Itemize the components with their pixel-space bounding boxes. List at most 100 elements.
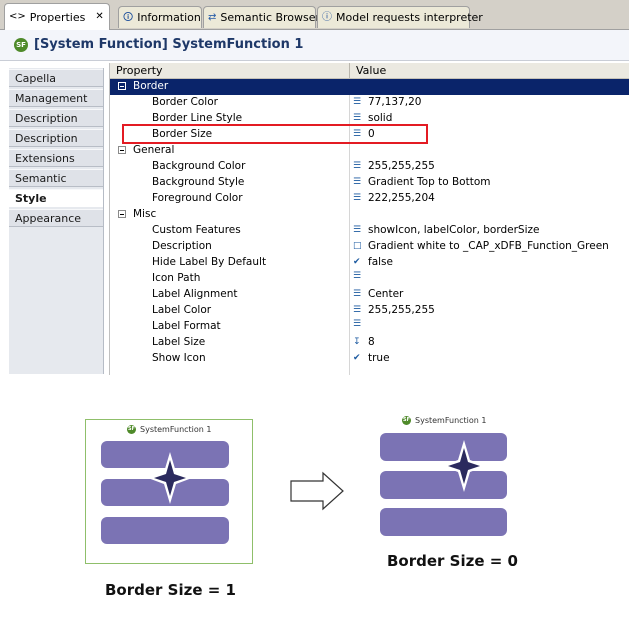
property-value[interactable]: ☰ Gradient Top to Bottom	[353, 176, 491, 188]
property-value[interactable]: ☰	[353, 272, 368, 281]
checkbox-icon: ✔	[353, 256, 361, 267]
collapse-icon[interactable]	[118, 146, 126, 154]
node-label: SystemFunction 1	[140, 425, 212, 434]
properties-title-bar: SF [System Function] SystemFunction 1	[0, 30, 629, 61]
list-icon: ☰	[353, 319, 362, 329]
sidebar-item-description-2[interactable]: Description	[9, 129, 103, 147]
sidebar-item-semantic[interactable]: Semantic	[9, 169, 103, 187]
page-title: [System Function] SystemFunction 1	[34, 37, 304, 52]
property-value[interactable]: □ Gradient white to _CAP_xDFB_Function_Gr…	[353, 240, 609, 252]
table-row[interactable]: Label Color ☰ 255,255,255	[110, 303, 629, 319]
property-value[interactable]: ☰ 255,255,255	[353, 160, 435, 172]
info-circle-icon: ⓘ	[322, 11, 332, 23]
property-name: Border	[133, 80, 169, 92]
property-value[interactable]: ✔ true	[353, 352, 390, 364]
node-header: SF SystemFunction 1	[127, 425, 212, 434]
table-row[interactable]: Show Icon ✔ true	[110, 351, 629, 367]
property-name: Background Style	[152, 176, 245, 188]
note-icon: □	[353, 240, 362, 251]
system-function-node-bordered: SF SystemFunction 1	[85, 419, 253, 564]
system-function-icon: SF	[402, 416, 411, 425]
list-icon: ☰	[353, 224, 362, 235]
property-name: General	[133, 144, 175, 156]
tab-label: Properties	[29, 10, 86, 24]
list-icon: ☰	[353, 112, 362, 123]
property-value-text: Gradient Top to Bottom	[368, 176, 491, 188]
table-row[interactable]: Label Alignment ☰ Center	[110, 287, 629, 303]
close-icon[interactable]: ✕	[95, 12, 103, 22]
properties-view: <> Properties ✕ 🛈 Information ⇄ Semantic…	[0, 0, 629, 376]
list-icon: ☰	[353, 160, 362, 171]
table-row[interactable]: Background Style ☰ Gradient Top to Bottom	[110, 175, 629, 191]
property-table: Property Value Border Border Color ☰ 77,137…	[109, 63, 629, 375]
table-row[interactable]: Custom Features ☰ showIcon, labelColor, bo…	[110, 223, 629, 239]
property-name: Label Alignment	[152, 288, 238, 300]
property-value-text: Gradient white to _CAP_xDFB_Function_Gre…	[368, 240, 609, 252]
tab-information[interactable]: 🛈 Information	[118, 6, 202, 28]
category-row[interactable]: Misc	[110, 207, 629, 223]
property-value[interactable]: ☰ solid	[353, 112, 392, 124]
sidebar-item-capella[interactable]: Capella	[9, 69, 103, 87]
caption-border-size-0: Border Size = 0	[387, 552, 518, 570]
table-row[interactable]: Hide Label By Default ✔ false	[110, 255, 629, 271]
table-row[interactable]: Foreground Color ☰ 222,255,204	[110, 191, 629, 207]
sidebar-item-style[interactable]: Style	[9, 189, 103, 207]
table-row[interactable]: Border Color ☰ 77,137,20	[110, 95, 629, 111]
property-value[interactable]: ☰ 222,255,204	[353, 192, 435, 204]
tab-label: Model requests interpreter	[336, 11, 483, 24]
property-value[interactable]: ↧ 8	[353, 336, 375, 348]
tab-properties[interactable]: <> Properties ✕	[4, 3, 110, 30]
table-row[interactable]: Background Color ☰ 255,255,255	[110, 159, 629, 175]
properties-icon: <>	[9, 11, 26, 22]
sidebar-item-extensions[interactable]: Extensions	[9, 149, 103, 167]
property-value-text: showIcon, labelColor, borderSize	[368, 224, 540, 236]
property-name: Show Icon	[152, 352, 206, 364]
system-function-icon: SF	[127, 425, 136, 434]
sidebar-item-appearance[interactable]: Appearance	[9, 209, 103, 227]
list-icon: ☰	[353, 288, 362, 299]
list-icon: ☰	[353, 271, 362, 281]
table-row[interactable]: Label Size ↧ 8	[110, 335, 629, 351]
column-header-property[interactable]: Property	[116, 64, 163, 77]
property-value-text: true	[368, 352, 390, 364]
property-name: Background Color	[152, 160, 246, 172]
property-name: Border Line Style	[152, 112, 243, 124]
tab-semantic-browser[interactable]: ⇄ Semantic Browser	[203, 6, 320, 28]
information-icon: 🛈	[123, 11, 134, 23]
function-bar	[101, 517, 229, 544]
highlight-box	[122, 124, 428, 144]
property-value-text: Center	[368, 288, 404, 300]
column-header-value[interactable]: Value	[356, 64, 386, 77]
sidebar-item-management[interactable]: Management	[9, 89, 103, 107]
table-row[interactable]: Icon Path ☰	[110, 271, 629, 287]
star-icon	[148, 452, 192, 504]
column-divider[interactable]	[349, 63, 350, 78]
system-function-node-borderless: SF SystemFunction 1	[366, 410, 516, 545]
property-value-text: 255,255,255	[368, 304, 435, 316]
property-value-text: 77,137,20	[368, 96, 422, 108]
arrow-right-icon	[290, 471, 344, 511]
tab-model-requests-interpreter[interactable]: ⓘ Model requests interpreter	[317, 6, 483, 28]
property-value-text: solid	[368, 112, 393, 124]
list-icon: ☰	[353, 176, 362, 187]
collapse-icon[interactable]	[118, 82, 126, 90]
property-value[interactable]: ☰ showIcon, labelColor, borderSize	[353, 224, 539, 236]
property-value[interactable]: ☰ 255,255,255	[353, 304, 435, 316]
sidebar-item-description[interactable]: Description	[9, 109, 103, 127]
property-value[interactable]: ☰	[353, 320, 368, 329]
category-row[interactable]: General	[110, 143, 629, 159]
property-value[interactable]: ✔ false	[353, 256, 393, 268]
property-name: Label Color	[152, 304, 212, 316]
semantic-browser-icon: ⇄	[208, 11, 217, 23]
property-value-text: 255,255,255	[368, 160, 435, 172]
table-row[interactable]: Label Format ☰	[110, 319, 629, 335]
property-value[interactable]: ☰ 77,137,20	[353, 96, 421, 108]
list-icon: ☰	[353, 192, 362, 203]
star-icon	[442, 440, 486, 492]
table-header: Property Value	[110, 63, 629, 79]
tab-label: Information	[137, 11, 201, 24]
collapse-icon[interactable]	[118, 210, 126, 218]
table-row[interactable]: Description □ Gradient white to _CAP_xDFB_…	[110, 239, 629, 255]
category-row[interactable]: Border	[110, 79, 629, 95]
property-value[interactable]: ☰ Center	[353, 288, 403, 300]
